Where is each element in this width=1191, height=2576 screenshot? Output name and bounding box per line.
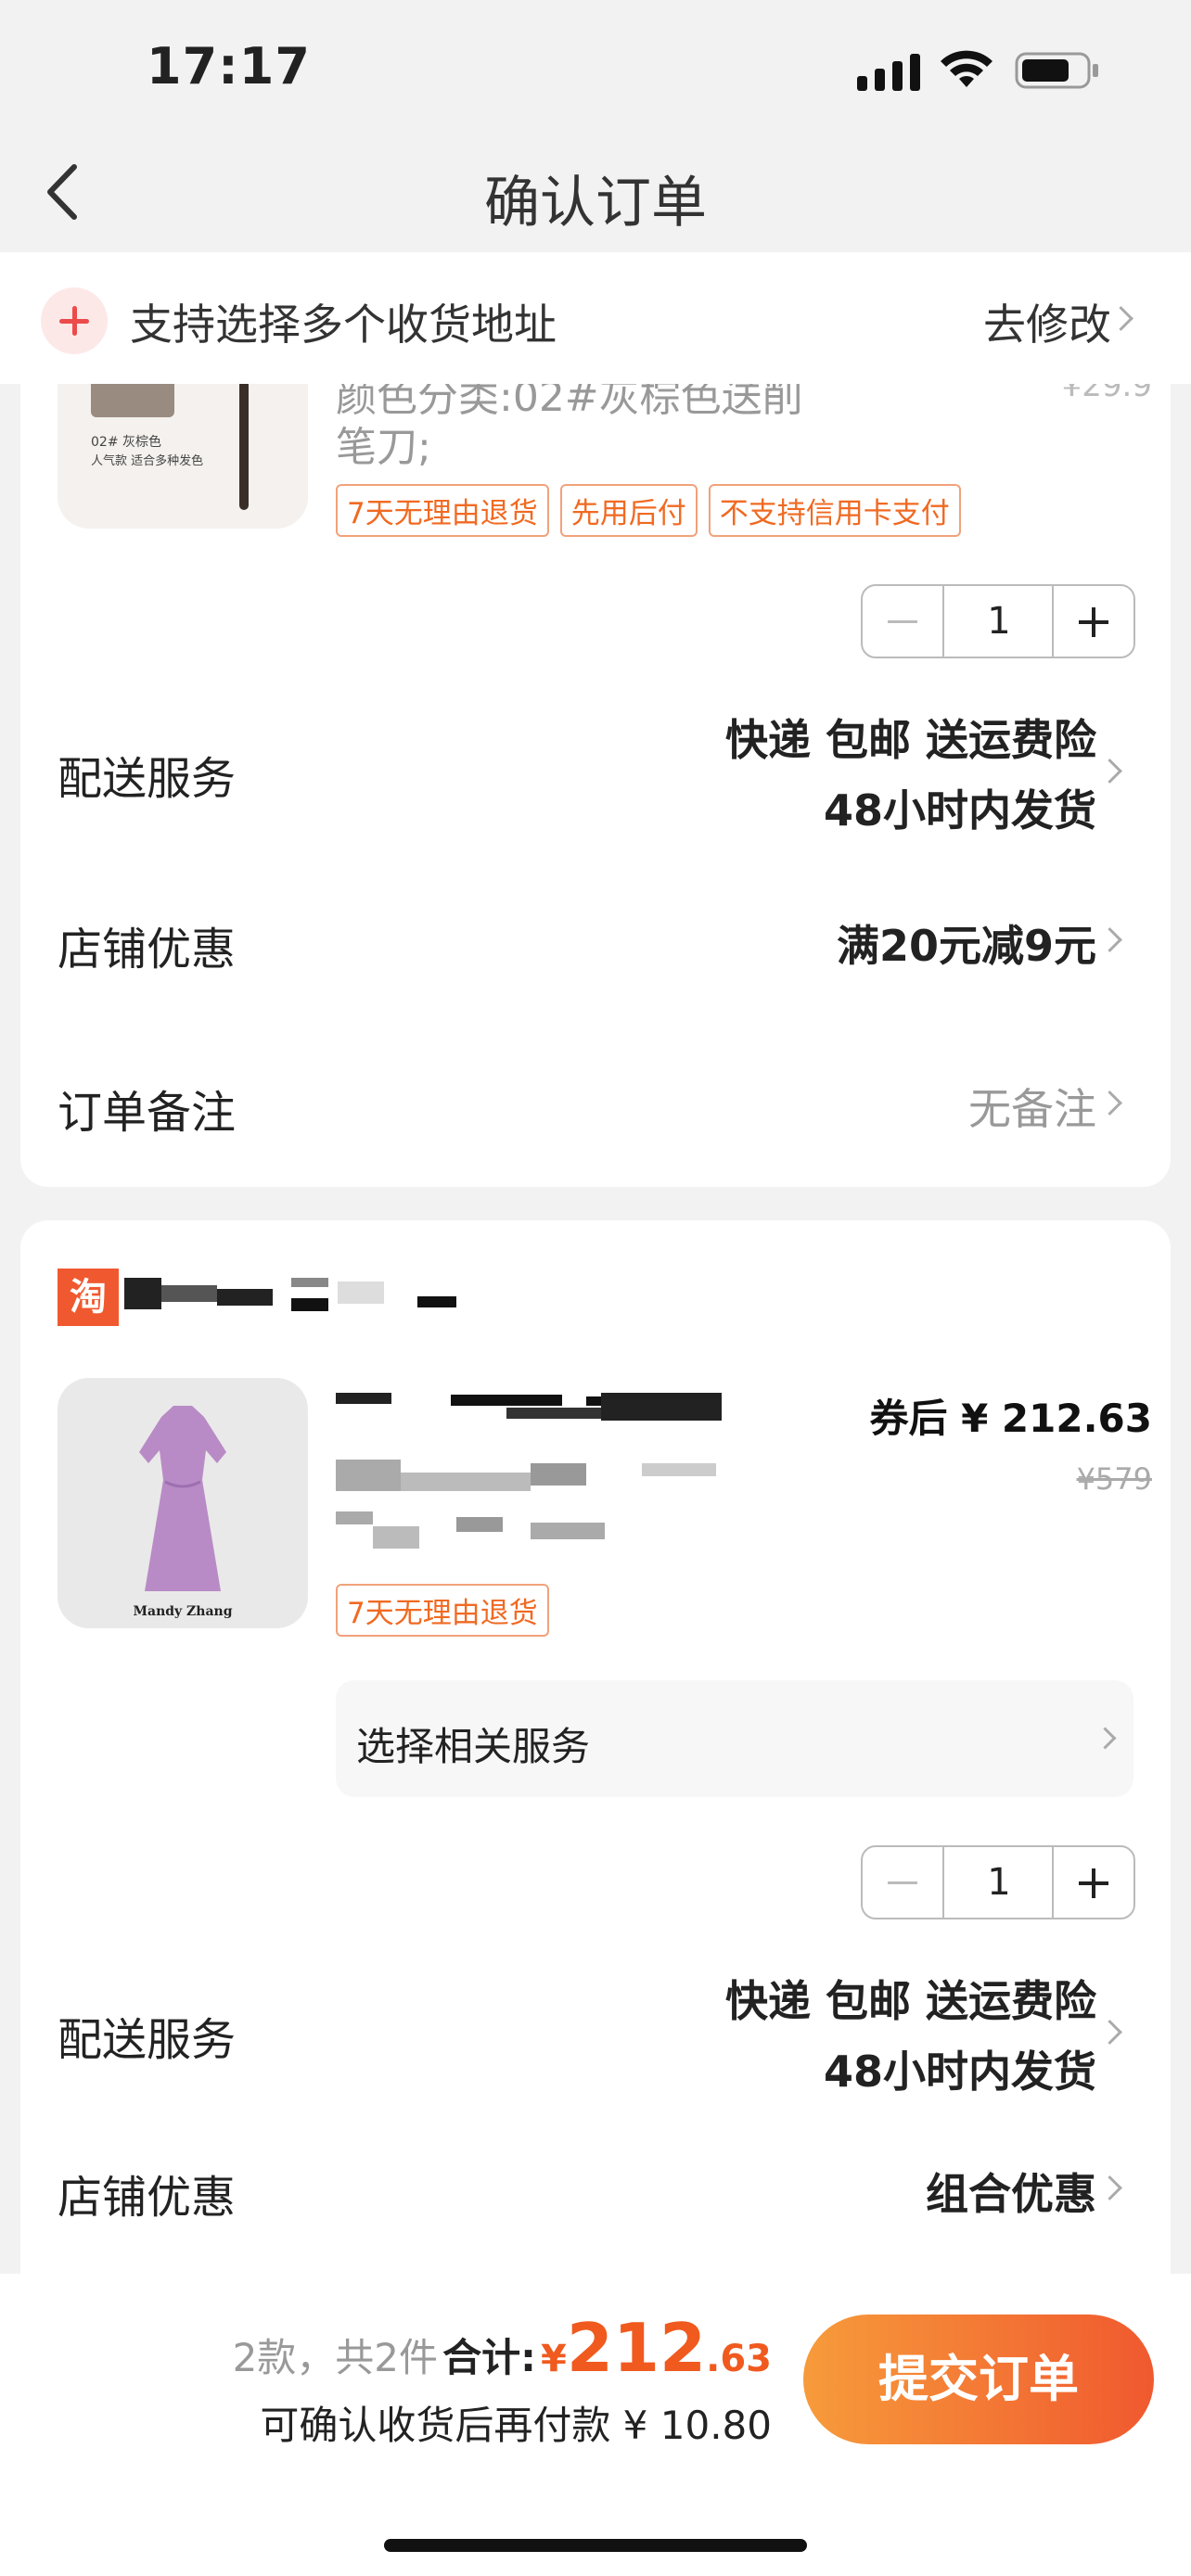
product-price: 券后 ¥ 212.63 <box>869 1396 1152 1441</box>
tag-pay-later: 先用后付 <box>559 484 698 537</box>
shop-discount-label-2: 店铺优惠 <box>58 2172 237 2224</box>
modify-address-link[interactable]: 去修改 <box>983 291 1111 352</box>
quantity-decrease-button[interactable] <box>863 586 944 657</box>
home-indicator[interactable] <box>384 2539 807 2552</box>
quantity-stepper-2: 1 <box>861 1845 1135 1919</box>
pencil-shape <box>239 380 249 510</box>
cellular-signal-icon <box>857 54 920 91</box>
total-integer: 212 <box>566 2309 707 2387</box>
thumb-brand-caption: Mandy Zhang <box>133 1604 233 1619</box>
submit-order-button[interactable]: 提交订单 <box>803 2315 1154 2444</box>
quantity-stepper: 1 <box>861 584 1135 658</box>
chevron-right-icon <box>1094 1727 1117 1750</box>
total-currency: ¥ <box>541 2338 567 2380</box>
product-desc-line2: 笔刀; <box>336 424 431 471</box>
quantity-value: 1 <box>987 1861 1011 1904</box>
page-title: 确认订单 <box>484 171 707 236</box>
product-image-dress[interactable]: Mandy Zhang <box>58 1378 308 1628</box>
service-tags-2: 7天无理由退货 <box>336 1584 560 1637</box>
order-total-line: 2款，共2件 合计: ¥212.63 <box>233 2309 772 2387</box>
address-banner-text: 支持选择多个收货地址 <box>130 300 557 350</box>
service-tags: 7天无理由退货 先用后付 不支持信用卡支付 <box>336 484 972 537</box>
quantity-increase-button[interactable] <box>1052 586 1133 657</box>
quantity-increase-button[interactable] <box>1052 1847 1133 1918</box>
product-original-price: ¥579 <box>1076 1461 1152 1497</box>
delivery-value-line1[interactable]: 快递 包邮 送运费险 <box>725 707 1096 768</box>
thumb-caption-line2: 人气款 适合多种发色 <box>91 454 204 468</box>
quantity-decrease-button[interactable] <box>863 1847 944 1918</box>
delivery-value-line2-2[interactable]: 48小时内发货 <box>824 2038 1096 2099</box>
select-service-row[interactable]: 选择相关服务 <box>336 1680 1133 1797</box>
status-time: 17:17 <box>147 37 311 96</box>
taobao-shop-logo: 淘 <box>58 1269 119 1326</box>
dress-illustration <box>139 1406 226 1591</box>
add-address-icon[interactable] <box>41 287 108 354</box>
order-note-value[interactable]: 无备注 <box>968 1076 1096 1137</box>
tag-no-credit-card: 不支持信用卡支付 <box>708 484 961 537</box>
tag-7day-return: 7天无理由退货 <box>336 484 549 537</box>
select-service-label: 选择相关服务 <box>356 1724 591 1769</box>
shop-discount-label: 店铺优惠 <box>58 924 237 976</box>
shop-discount-value-2[interactable]: 组合优惠 <box>926 2161 1096 2222</box>
thumb-caption-line1: 02# 灰棕色 <box>91 435 161 450</box>
delivery-value-line1-2[interactable]: 快递 包邮 送运费险 <box>725 1968 1096 2029</box>
wifi-icon <box>941 50 992 87</box>
item-count: 2款，共2件 <box>232 2335 439 2380</box>
delivery-value-line2[interactable]: 48小时内发货 <box>824 777 1096 838</box>
product-title-redacted <box>336 1387 800 1563</box>
battery-icon <box>1015 52 1098 89</box>
total-label: 合计: <box>442 2335 536 2380</box>
shop-discount-value[interactable]: 满20元减9元 <box>837 912 1096 974</box>
shop-name-redacted <box>124 1272 458 1315</box>
delivery-label-2: 配送服务 <box>58 2014 237 2066</box>
quantity-value: 1 <box>987 600 1011 643</box>
tag-7day-return: 7天无理由退货 <box>336 1584 549 1637</box>
order-note-label: 订单备注 <box>58 1087 237 1139</box>
delivery-label: 配送服务 <box>58 753 237 805</box>
pay-later-text: 可确认收货后再付款 ¥ 10.80 <box>260 2403 772 2448</box>
total-decimal: .63 <box>706 2338 772 2380</box>
